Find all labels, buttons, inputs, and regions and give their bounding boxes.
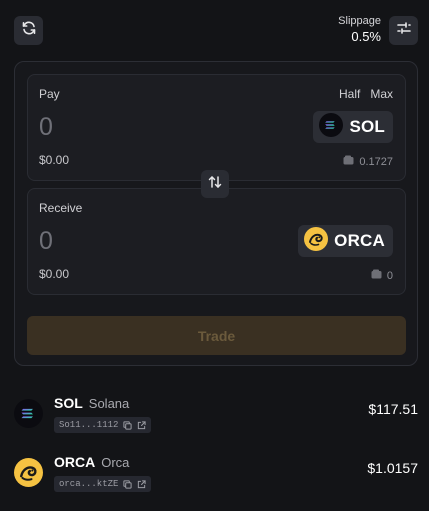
slippage-label: Slippage [338, 15, 381, 27]
orca-logo-icon [14, 458, 43, 487]
pay-token-selector[interactable]: SOL [313, 111, 393, 143]
pay-usd-value: $0.00 [39, 153, 70, 167]
token-address: orca...ktZE [59, 479, 119, 489]
half-button[interactable]: Half [339, 87, 360, 101]
receive-panel: Receive 0 ORCA $0.00 0 [27, 188, 406, 295]
pay-label: Pay [39, 87, 60, 101]
token-address-chip: orca...ktZE [54, 476, 152, 492]
external-link-icon[interactable] [137, 479, 147, 489]
sol-logo-icon [14, 399, 43, 428]
pay-amount-input[interactable]: 0 [39, 113, 53, 142]
copy-icon[interactable] [123, 420, 133, 430]
pay-balance-value: 0.1727 [359, 155, 393, 168]
slippage-value[interactable]: 0.5% [351, 29, 381, 44]
amount-shortcuts: Half Max [339, 87, 393, 101]
receive-balance[interactable]: 0 [371, 269, 393, 282]
pay-panel: Pay Half Max 0 SOL $0.00 0.1727 [27, 74, 406, 181]
token-price: $1.0157 [367, 460, 418, 476]
settings-sliders-icon [396, 20, 412, 41]
token-symbol: SOL Solana [54, 395, 129, 411]
external-link-icon[interactable] [137, 420, 147, 430]
wallet-icon [343, 155, 354, 168]
max-button[interactable]: Max [370, 87, 393, 101]
token-name: Solana [88, 396, 130, 411]
receive-usd-value: $0.00 [39, 267, 70, 281]
copy-icon[interactable] [123, 479, 133, 489]
flip-direction-button[interactable] [201, 170, 229, 198]
token-symbol: ORCA Orca [54, 454, 129, 470]
pay-token-symbol: SOL [349, 117, 385, 136]
receive-amount-input[interactable]: 0 [39, 227, 53, 256]
token-symbol-text: ORCA [54, 454, 96, 470]
token-address: So11...1112 [59, 420, 119, 430]
orca-logo-icon [304, 226, 329, 256]
receive-token-symbol: ORCA [334, 231, 385, 250]
wallet-icon [371, 269, 382, 282]
refresh-icon [21, 20, 37, 41]
token-row-orca[interactable]: ORCA Orca orca...ktZE $1.0157 [14, 452, 418, 502]
receive-label: Receive [39, 201, 83, 215]
swap-card: Pay Half Max 0 SOL $0.00 0.1727 Receive … [14, 61, 418, 366]
swap-arrows-icon [207, 174, 223, 195]
receive-token-selector[interactable]: ORCA [298, 225, 393, 257]
sol-logo-icon [319, 112, 344, 142]
token-address-chip: So11...1112 [54, 417, 152, 433]
token-symbol-text: SOL [54, 395, 83, 411]
refresh-button[interactable] [14, 16, 43, 45]
receive-balance-value: 0 [386, 269, 393, 282]
trade-button[interactable]: Trade [27, 316, 406, 355]
token-name: Orca [101, 455, 130, 470]
token-row-sol[interactable]: SOL Solana So11...1112 $117.51 [14, 393, 418, 443]
slippage-settings-button[interactable] [389, 16, 418, 45]
token-price: $117.51 [368, 401, 418, 417]
pay-balance[interactable]: 0.1727 [343, 155, 393, 168]
